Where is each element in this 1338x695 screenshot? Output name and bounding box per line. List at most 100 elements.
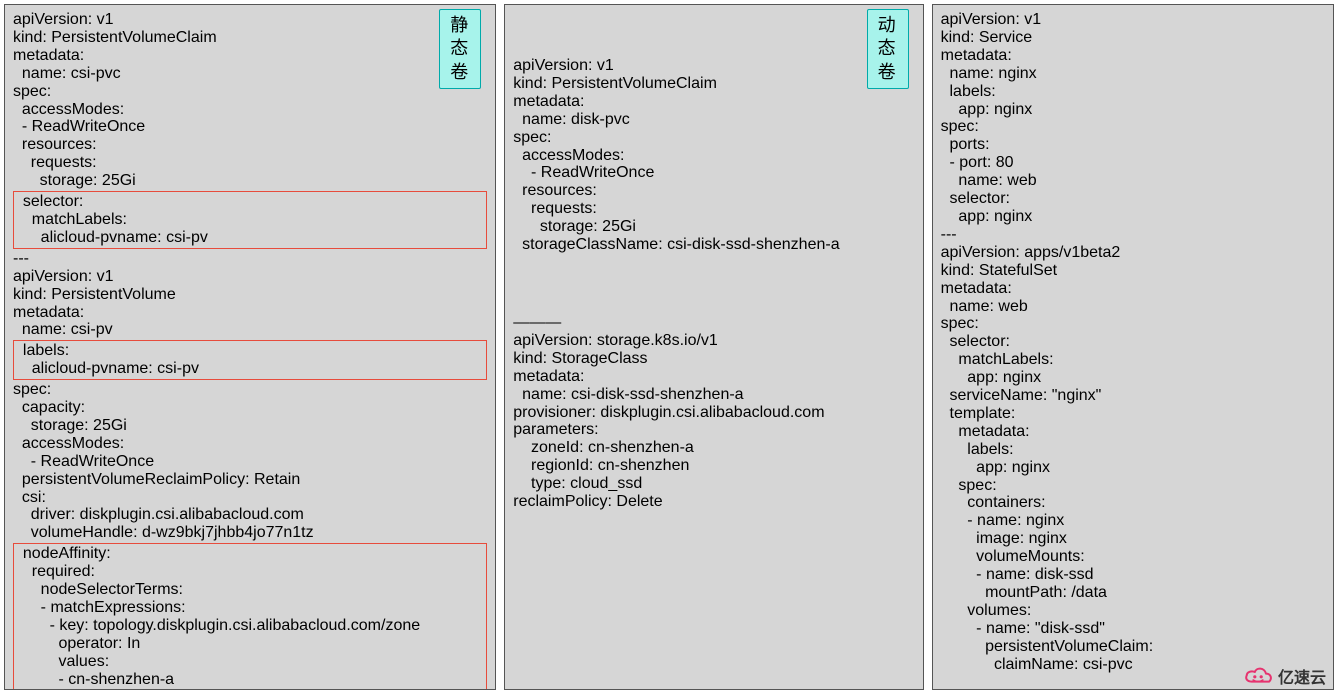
code-line: accessModes: [13, 101, 487, 119]
code-line: - ReadWriteOnce [513, 164, 914, 182]
code-line: image: nginx [941, 530, 1325, 548]
logo-yisuyun: 亿速云 [1242, 661, 1334, 691]
yaml-block-storageclass: apiVersion: storage.k8s.io/v1kind: Stora… [513, 332, 914, 511]
code-line: mountPath: /data [941, 584, 1325, 602]
code-line: persistentVolumeReclaimPolicy: Retain [13, 471, 487, 489]
code-line: storage: 25Gi [13, 417, 487, 435]
code-line: apiVersion: v1 [941, 11, 1325, 29]
code-line: metadata: [941, 423, 1325, 441]
code-line: kind: PersistentVolumeClaim [13, 29, 487, 47]
code-line: --- [941, 226, 1325, 244]
panel-dynamic-volume: 动 态 卷 apiVersion: v1kind: PersistentVolu… [504, 4, 923, 690]
code-line: spec: [513, 129, 914, 147]
code-line: - cn-shenzhen-a [14, 671, 486, 689]
code-line: name: csi-pv [13, 321, 487, 339]
yaml-block-1: apiVersion: v1kind: PersistentVolumeClai… [13, 11, 487, 190]
badge-static: 静 态 卷 [439, 9, 481, 89]
code-line: - key: topology.diskplugin.csi.alibabacl… [14, 617, 486, 635]
yaml-block-service-sts: apiVersion: v1kind: Servicemetadata: nam… [941, 11, 1325, 674]
separator-dash: ——— [513, 314, 914, 332]
code-line: labels: [14, 342, 486, 360]
code-line: accessModes: [13, 435, 487, 453]
code-line: nodeSelectorTerms: [14, 581, 486, 599]
code-line: capacity: [13, 399, 487, 417]
code-line: apiVersion: storage.k8s.io/v1 [513, 332, 914, 350]
code-line: matchLabels: [14, 211, 486, 229]
code-line: volumes: [941, 602, 1325, 620]
code-line: storage: 25Gi [513, 218, 914, 236]
code-line: metadata: [513, 93, 914, 111]
yaml-block-pvc: apiVersion: v1kind: PersistentVolumeClai… [513, 57, 914, 254]
code-line: app: nginx [941, 101, 1325, 119]
code-line: accessModes: [513, 147, 914, 165]
code-line: name: disk-pvc [513, 111, 914, 129]
code-line: name: web [941, 298, 1325, 316]
logo-text: 亿速云 [1278, 664, 1326, 688]
code-line: selector: [941, 333, 1325, 351]
code-line: name: csi-disk-ssd-shenzhen-a [513, 386, 914, 404]
code-line: spec: [13, 381, 487, 399]
code-line: kind: PersistentVolumeClaim [513, 75, 914, 93]
code-line: apiVersion: v1 [13, 268, 487, 286]
code-line: metadata: [513, 368, 914, 386]
code-line: app: nginx [941, 369, 1325, 387]
code-line: apiVersion: v1 [13, 11, 487, 29]
yaml-block-3: spec: capacity: storage: 25Gi accessMode… [13, 381, 487, 542]
code-line: name: web [941, 172, 1325, 190]
code-line: spec: [941, 118, 1325, 136]
code-line: name: nginx [941, 65, 1325, 83]
code-line: type: cloud_ssd [513, 475, 914, 493]
code-line: provisioner: diskplugin.csi.alibabacloud… [513, 404, 914, 422]
code-line: apiVersion: apps/v1beta2 [941, 244, 1325, 262]
code-line: spec: [941, 315, 1325, 333]
code-line: spec: [941, 477, 1325, 495]
code-line: regionId: cn-shenzhen [513, 457, 914, 475]
panel-statefulset: apiVersion: v1kind: Servicemetadata: nam… [932, 4, 1334, 690]
code-line: requests: [513, 200, 914, 218]
code-line: - name: "disk-ssd" [941, 620, 1325, 638]
code-line: zoneId: cn-shenzhen-a [513, 439, 914, 457]
main-container: 静 态 卷 apiVersion: v1kind: PersistentVolu… [0, 0, 1338, 694]
code-line: app: nginx [941, 459, 1325, 477]
cloud-icon [1242, 664, 1274, 688]
code-line: labels: [941, 83, 1325, 101]
code-line: labels: [941, 441, 1325, 459]
code-line: metadata: [941, 47, 1325, 65]
code-line: parameters: [513, 421, 914, 439]
code-line: values: [14, 653, 486, 671]
code-line: metadata: [941, 280, 1325, 298]
code-line: selector: [14, 193, 486, 211]
code-line: required: [14, 563, 486, 581]
highlight-labels: labels: alicloud-pvname: csi-pv [13, 340, 487, 380]
code-line: - name: disk-ssd [941, 566, 1325, 584]
code-line: nodeAffinity: [14, 545, 486, 563]
code-line: kind: StatefulSet [941, 262, 1325, 280]
code-line: driver: diskplugin.csi.alibabacloud.com [13, 506, 487, 524]
code-line: --- [13, 250, 487, 268]
code-line: name: csi-pvc [13, 65, 487, 83]
code-line: app: nginx [941, 208, 1325, 226]
code-line: selector: [941, 190, 1325, 208]
code-line: template: [941, 405, 1325, 423]
code-line: ports: [941, 136, 1325, 154]
code-line: volumeMounts: [941, 548, 1325, 566]
code-line: serviceName: "nginx" [941, 387, 1325, 405]
yaml-block-2: ---apiVersion: v1kind: PersistentVolumem… [13, 250, 487, 340]
code-line: alicloud-pvname: csi-pv [14, 229, 486, 247]
code-line: storage: 25Gi [13, 172, 487, 190]
code-line: kind: StorageClass [513, 350, 914, 368]
code-line: matchLabels: [941, 351, 1325, 369]
code-line: spec: [13, 83, 487, 101]
code-line: metadata: [13, 47, 487, 65]
code-line: csi: [13, 489, 487, 507]
code-line: alicloud-pvname: csi-pv [14, 360, 486, 378]
highlight-node-affinity: nodeAffinity: required: nodeSelectorTerm… [13, 543, 487, 690]
code-line: - ReadWriteOnce [13, 118, 487, 136]
panel-static-volume: 静 态 卷 apiVersion: v1kind: PersistentVolu… [4, 4, 496, 690]
code-line: kind: Service [941, 29, 1325, 47]
code-line: storageClassName: csi-disk-ssd-shenzhen-… [513, 236, 914, 254]
code-line: - matchExpressions: [14, 599, 486, 617]
badge-dynamic: 动 态 卷 [867, 9, 909, 89]
code-line: volumeHandle: d-wz9bkj7jhbb4jo77n1tz [13, 524, 487, 542]
code-line: kind: PersistentVolume [13, 286, 487, 304]
